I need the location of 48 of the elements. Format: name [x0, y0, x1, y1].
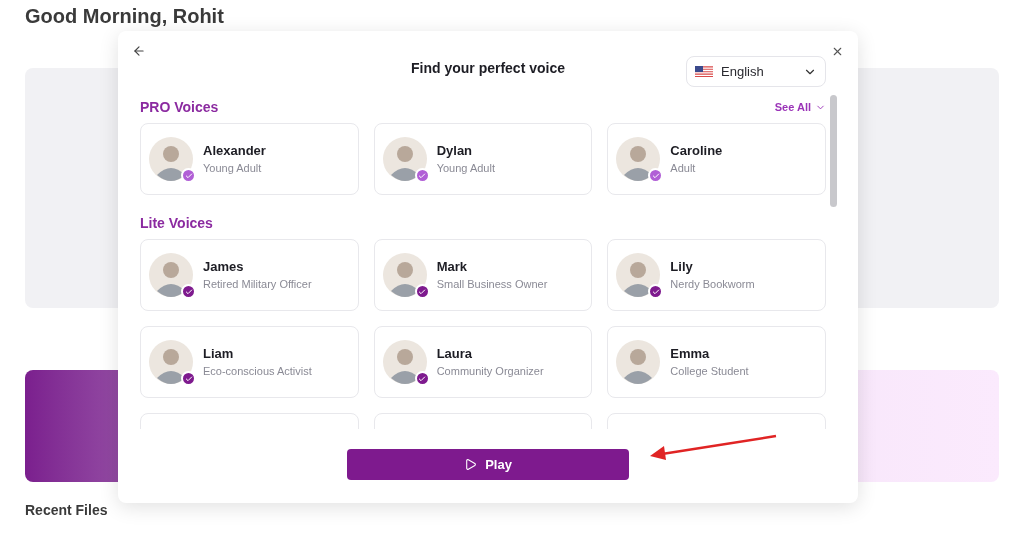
avatar-silhouette-icon	[616, 340, 661, 384]
voice-description: Adult	[670, 161, 697, 176]
avatar-silhouette-icon	[149, 340, 193, 384]
greeting-heading: Good Morning, Rohit	[25, 4, 225, 28]
see-all-link[interactable]: See All	[774, 98, 826, 116]
voice-card[interactable]: Lily Nerdy Bookworm	[607, 239, 826, 311]
avatar-silhouette-icon	[382, 137, 427, 181]
voice-card[interactable]: James Retired Military Officer	[140, 239, 359, 311]
voice-name: Laura	[436, 345, 474, 363]
avatar-silhouette-icon	[616, 137, 661, 181]
voice-card[interactable]: Mark Small Business Owner	[373, 239, 593, 311]
voice-card[interactable]: Dylan Young Adult	[373, 123, 593, 195]
voice-description: Young Adult	[436, 161, 495, 176]
voice-name: Lily	[670, 258, 694, 276]
language-dropdown[interactable]: English	[686, 56, 826, 87]
section-heading: Lite Voices	[140, 213, 213, 233]
dialog-title: Find your perfect voice	[410, 58, 565, 78]
voice-card[interactable]: Emma College Student	[607, 326, 826, 398]
voice-description: College Student	[670, 364, 749, 379]
close-button[interactable]	[831, 45, 844, 58]
voice-card[interactable]: Alexander Young Adult	[140, 123, 359, 195]
play-icon	[464, 458, 478, 471]
voice-description: Eco-conscious Activist	[203, 364, 312, 379]
voice-description: Nerdy Bookworm	[670, 277, 755, 292]
voice-card[interactable]: Liam Eco-conscious Activist	[140, 326, 359, 398]
voice-description: Young Adult	[203, 161, 263, 176]
voice-name: James	[203, 258, 245, 276]
back-button[interactable]	[132, 44, 146, 58]
play-button[interactable]: Play	[347, 449, 629, 480]
avatar-silhouette-icon	[149, 137, 193, 181]
voice-description: Retired Military Officer	[203, 277, 312, 292]
avatar-silhouette-icon	[616, 253, 661, 297]
flag-icon	[695, 65, 713, 78]
voice-name: Mark	[436, 258, 468, 276]
recent-files-heading: Recent Files	[25, 501, 109, 520]
voice-name: Dylan	[436, 142, 474, 160]
voice-card[interactable]: Laura Community Organizer	[373, 326, 593, 398]
voice-name: Emma	[670, 345, 711, 363]
avatar-silhouette-icon	[149, 253, 193, 297]
voice-description: Small Business Owner	[436, 277, 548, 292]
voice-card[interactable]: Caroline Adult	[607, 123, 826, 195]
avatar-silhouette-icon	[382, 340, 427, 384]
voice-name: Caroline	[670, 142, 723, 160]
voice-name: Liam	[203, 345, 235, 363]
voice-name: Alexander	[203, 142, 266, 160]
avatar-silhouette-icon	[382, 253, 427, 297]
section-heading: PRO Voices	[140, 97, 219, 117]
voice-description: Community Organizer	[436, 364, 544, 379]
